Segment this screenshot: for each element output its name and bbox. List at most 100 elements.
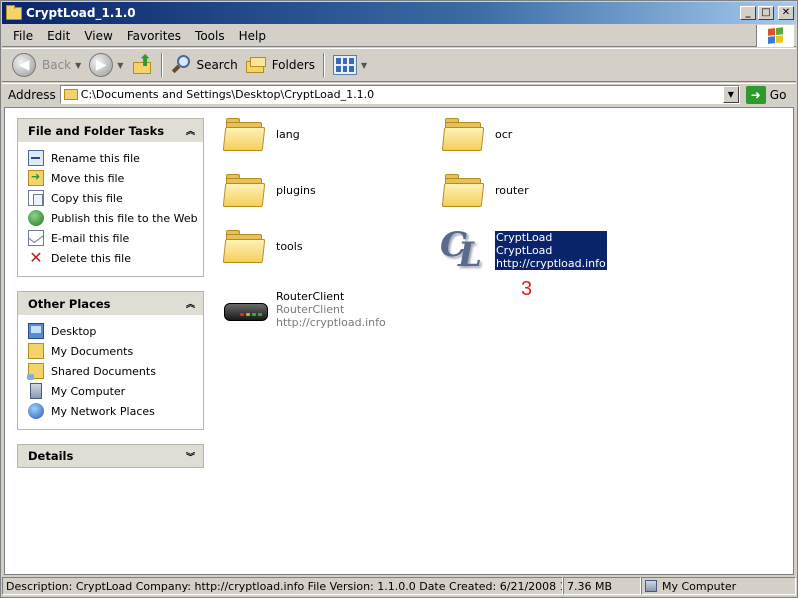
status-zone: My Computer	[641, 577, 796, 595]
chevron-down-icon[interactable]: ▼	[117, 61, 123, 70]
menu-help[interactable]: Help	[232, 29, 273, 43]
toolbar-separator	[161, 53, 164, 77]
place-label: My Network Places	[51, 404, 155, 418]
folder-item-plugins[interactable]: plugins	[222, 174, 316, 207]
rename-icon	[28, 150, 44, 166]
go-button[interactable]: ➜ Go	[745, 85, 787, 104]
folders-button[interactable]: Folders	[242, 51, 319, 79]
windows-logo-icon	[756, 25, 794, 47]
folder-icon	[222, 174, 266, 207]
expand-icon[interactable]: ︾	[186, 450, 195, 463]
task-label: Publish this file to the Web	[51, 211, 198, 225]
forward-button[interactable]: ▶ ▼	[85, 51, 127, 79]
content-area: File and Folder Tasks ︽ Rename this file…	[4, 107, 794, 575]
folder-icon	[6, 4, 22, 20]
title-bar[interactable]: CryptLoad_1.1.0 _ □ ✕	[2, 2, 796, 24]
address-dropdown-button[interactable]: ▼	[722, 86, 739, 103]
address-field[interactable]: C:\Documents and Settings\Desktop\CryptL…	[59, 85, 740, 104]
panel-title: Details	[28, 449, 74, 463]
search-button[interactable]: Search	[167, 51, 241, 79]
file-list: lang ocr plugins router tools CL CryptLo…	[220, 114, 793, 574]
back-arrow-icon: ◀	[12, 53, 36, 77]
menu-view[interactable]: View	[77, 29, 119, 43]
folder-icon	[441, 174, 485, 207]
cryptload-app-icon: CL	[440, 225, 482, 275]
folder-item-ocr[interactable]: ocr	[441, 118, 512, 151]
folders-label: Folders	[271, 58, 316, 72]
folder-icon	[441, 118, 485, 151]
maximize-button[interactable]: □	[758, 6, 774, 20]
task-delete[interactable]: ✕ Delete this file	[28, 248, 203, 268]
search-label: Search	[196, 58, 238, 72]
selected-file-label: CryptLoad CryptLoad http://cryptload.inf…	[495, 230, 607, 270]
task-publish[interactable]: Publish this file to the Web	[28, 208, 203, 228]
chevron-down-icon[interactable]: ▼	[75, 61, 81, 70]
place-label: My Computer	[51, 384, 126, 398]
explorer-window: CryptLoad_1.1.0 _ □ ✕ File Edit View Fav…	[0, 0, 798, 598]
task-label: Rename this file	[51, 151, 140, 165]
place-label: Desktop	[51, 324, 97, 338]
details-panel: Details ︾	[17, 444, 204, 468]
folder-item-tools[interactable]: tools	[222, 230, 303, 263]
zone-label: My Computer	[662, 579, 737, 593]
minimize-button[interactable]: _	[740, 6, 756, 20]
go-label: Go	[769, 87, 787, 102]
place-my-documents[interactable]: My Documents	[28, 341, 203, 361]
shared-documents-icon	[27, 363, 44, 380]
task-label: Move this file	[51, 171, 125, 185]
item-name: CryptLoad	[496, 230, 553, 244]
file-item-routerclient[interactable]: RouterClient RouterClient http://cryptlo…	[222, 290, 386, 329]
copy-icon	[28, 190, 44, 206]
place-network[interactable]: My Network Places	[28, 401, 203, 421]
place-my-computer[interactable]: My Computer	[28, 381, 203, 401]
place-shared-documents[interactable]: Shared Documents	[27, 361, 203, 381]
address-path: C:\Documents and Settings\Desktop\CryptL…	[80, 88, 375, 101]
item-name: tools	[276, 239, 303, 253]
network-places-icon	[28, 403, 44, 419]
toolbar-separator	[323, 53, 326, 77]
close-button[interactable]: ✕	[778, 6, 794, 20]
annotation-number: 3	[521, 278, 533, 300]
router-icon	[222, 295, 270, 325]
menu-bar: File Edit View Favorites Tools Help	[2, 25, 796, 47]
back-button[interactable]: ◀ Back ▼	[8, 51, 85, 79]
panel-title: Other Places	[28, 296, 111, 311]
menu-edit[interactable]: Edit	[40, 29, 77, 43]
place-desktop[interactable]: Desktop	[28, 321, 203, 341]
task-label: Copy this file	[51, 191, 123, 205]
task-rename[interactable]: Rename this file	[28, 148, 203, 168]
item-name: lang	[276, 127, 300, 141]
folder-up-icon: ⬆	[131, 53, 153, 76]
panel-header[interactable]: Other Places ︽	[17, 291, 204, 315]
address-label: Address	[8, 87, 56, 102]
task-label: E-mail this file	[51, 231, 130, 245]
item-name: router	[495, 183, 529, 197]
folder-icon	[63, 89, 78, 100]
other-places-panel: Other Places ︽ Desktop My Documents Shar…	[17, 291, 204, 430]
menu-tools[interactable]: Tools	[188, 29, 232, 43]
forward-arrow-icon: ▶	[89, 53, 114, 77]
file-folder-tasks-panel: File and Folder Tasks ︽ Rename this file…	[17, 118, 204, 277]
search-icon	[171, 54, 193, 76]
collapse-icon[interactable]: ︽	[186, 124, 195, 137]
up-button[interactable]: ⬆	[127, 51, 157, 79]
panel-header[interactable]: File and Folder Tasks ︽	[17, 118, 204, 142]
task-move[interactable]: Move this file	[28, 168, 203, 188]
delete-icon: ✕	[29, 248, 43, 267]
panel-header[interactable]: Details ︾	[17, 444, 204, 468]
chevron-down-icon[interactable]: ▼	[361, 61, 367, 70]
folder-item-router[interactable]: router	[441, 174, 529, 207]
file-item-cryptload[interactable]: CL CryptLoad CryptLoad http://cryptload.…	[438, 225, 607, 275]
menu-file[interactable]: File	[6, 29, 40, 43]
panel-title: File and Folder Tasks	[28, 123, 165, 138]
task-copy[interactable]: Copy this file	[28, 188, 203, 208]
my-computer-icon	[645, 580, 657, 592]
item-company: http://cryptload.info	[276, 316, 386, 329]
collapse-icon[interactable]: ︽	[186, 297, 195, 310]
folder-icon	[222, 118, 266, 151]
task-email[interactable]: E-mail this file	[28, 228, 203, 248]
menu-favorites[interactable]: Favorites	[120, 29, 188, 43]
my-documents-icon	[28, 343, 44, 359]
folder-item-lang[interactable]: lang	[222, 118, 300, 151]
views-button[interactable]: ▼	[329, 51, 371, 79]
